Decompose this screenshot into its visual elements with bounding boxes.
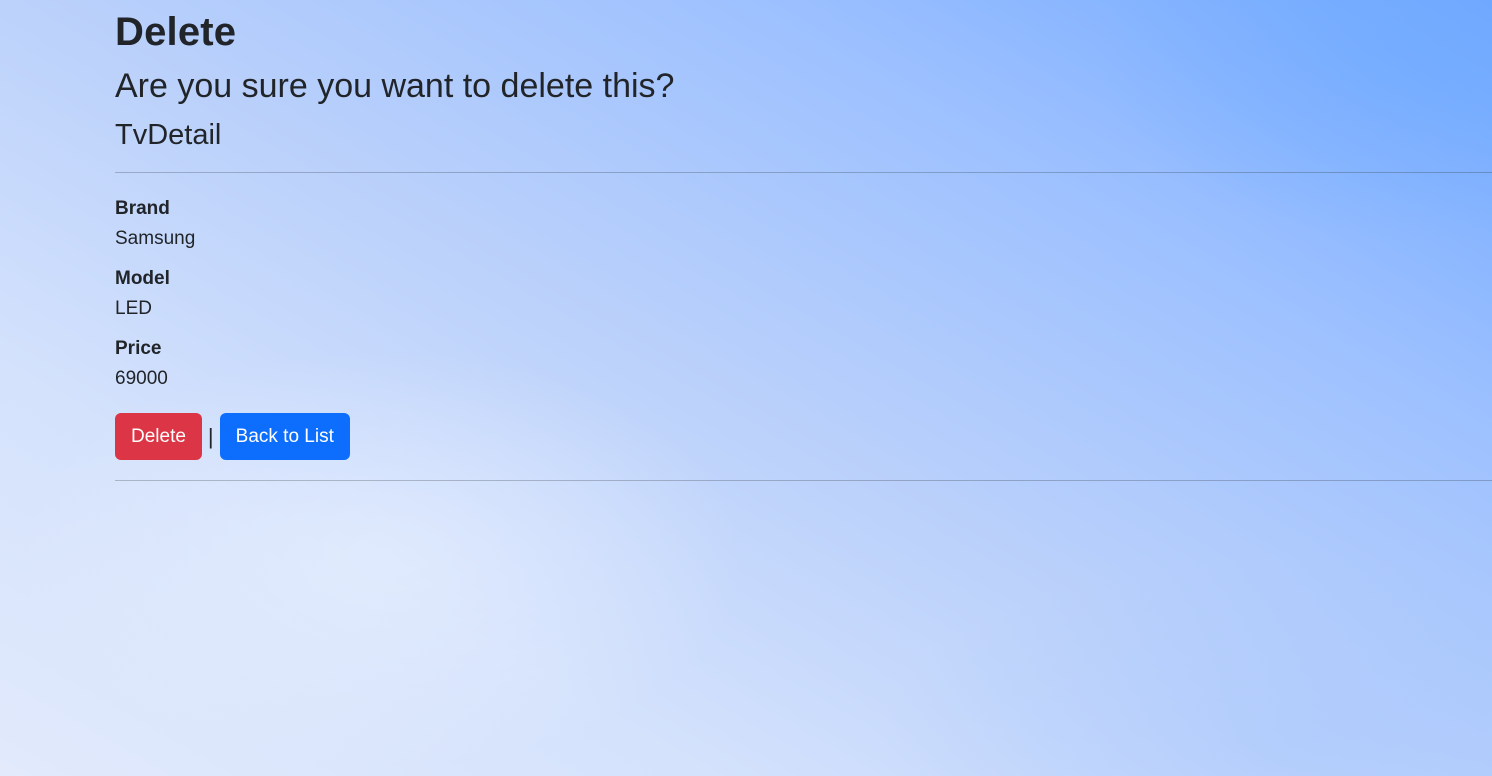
detail-label-price: Price	[115, 338, 162, 359]
details-list: Brand Samsung Model LED Price 69000	[115, 196, 195, 406]
page-title: Delete	[115, 10, 237, 54]
detail-label-brand: Brand	[115, 198, 170, 219]
back-to-list-link[interactable]: Back to List	[219, 413, 350, 460]
detail-label-model: Model	[115, 268, 170, 289]
action-separator: |	[207, 424, 214, 449]
confirm-message: Are you sure you want to delete this?	[115, 67, 675, 105]
form-actions: Delete | Back to List	[115, 413, 350, 460]
top-divider	[115, 172, 1492, 173]
detail-value-brand: Samsung	[115, 228, 196, 249]
delete-button[interactable]: Delete	[115, 413, 202, 460]
detail-value-model: LED	[115, 298, 152, 319]
background	[0, 0, 1492, 776]
bottom-divider	[115, 480, 1492, 481]
detail-value-price: 69000	[115, 368, 168, 389]
entity-name: TvDetail	[115, 119, 222, 151]
